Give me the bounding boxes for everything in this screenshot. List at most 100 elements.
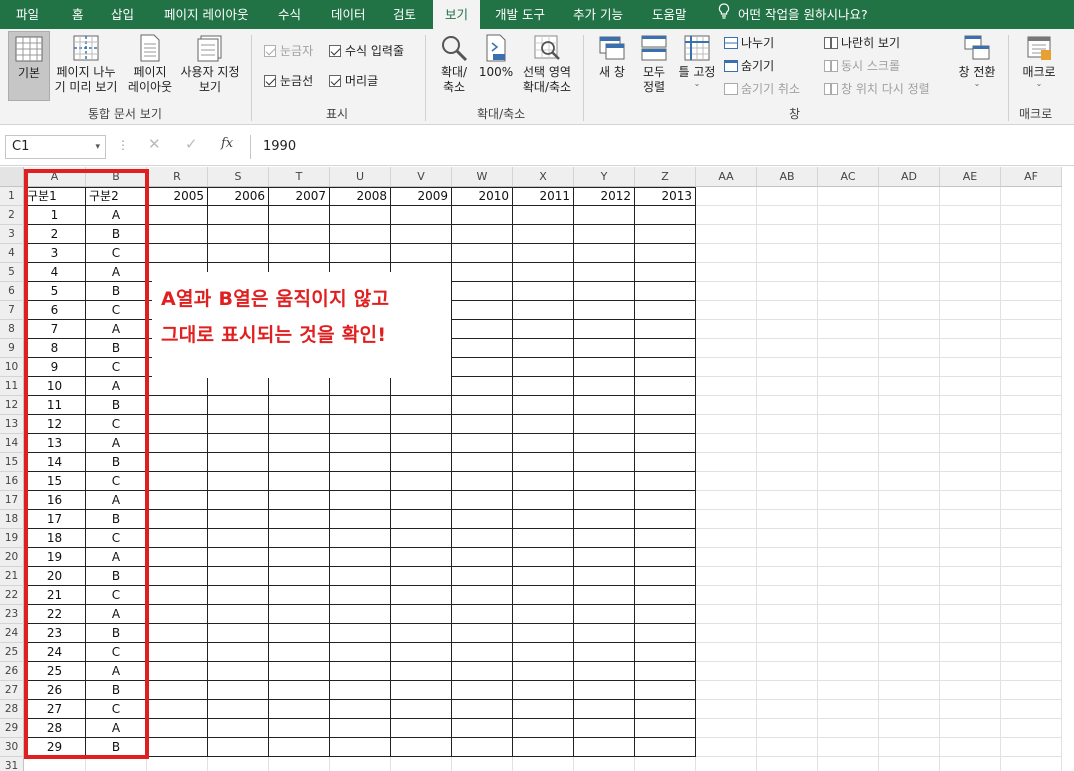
cell[interactable]: A	[86, 719, 146, 738]
column-header[interactable]: AF	[1001, 167, 1062, 187]
cell[interactable]: 구분2	[86, 187, 145, 206]
cell[interactable]: C	[86, 358, 146, 377]
row-header[interactable]: 16	[0, 472, 24, 491]
macros-button[interactable]: 매크로 ⌄	[1016, 33, 1062, 103]
cell[interactable]: 11	[24, 396, 85, 415]
formula-bar-checkbox[interactable]: 수식 입력줄	[329, 43, 404, 59]
tab-file[interactable]: 파일	[16, 0, 39, 29]
cell[interactable]: 6	[24, 301, 85, 320]
cell[interactable]: 18	[24, 529, 85, 548]
cell[interactable]: 22	[24, 605, 85, 624]
cell[interactable]: 2008	[330, 187, 389, 206]
hide-button[interactable]: 숨기기	[724, 58, 774, 74]
switch-windows-button[interactable]: 창 전환 ⌄	[954, 33, 1000, 103]
column-header[interactable]: R	[147, 167, 208, 187]
row-header[interactable]: 20	[0, 548, 24, 567]
column-header[interactable]: AE	[940, 167, 1001, 187]
cell[interactable]: 23	[24, 624, 85, 643]
row-header[interactable]: 23	[0, 605, 24, 624]
row-header[interactable]: 27	[0, 681, 24, 700]
cell[interactable]: 2007	[269, 187, 328, 206]
cell[interactable]: A	[86, 605, 146, 624]
row-header[interactable]: 30	[0, 738, 24, 757]
cell[interactable]: B	[86, 567, 146, 586]
row-header[interactable]: 17	[0, 491, 24, 510]
chevron-down-icon[interactable]: ▾	[95, 136, 100, 158]
column-header[interactable]: AB	[757, 167, 818, 187]
cell[interactable]: 21	[24, 586, 85, 605]
cell[interactable]: B	[86, 225, 146, 244]
row-header[interactable]: 3	[0, 225, 24, 244]
zoom-button[interactable]: 확대/ 축소	[435, 33, 473, 103]
cell[interactable]: 4	[24, 263, 85, 282]
cell[interactable]: 16	[24, 491, 85, 510]
cell[interactable]: 29	[24, 738, 85, 757]
cell[interactable]: 1	[24, 206, 85, 225]
tell-me-box[interactable]: 어떤 작업을 원하시나요?	[718, 0, 868, 29]
cell[interactable]: A	[86, 320, 146, 339]
row-header[interactable]: 2	[0, 206, 24, 225]
row-header[interactable]: 31	[0, 757, 24, 771]
row-header[interactable]: 7	[0, 301, 24, 320]
headings-checkbox[interactable]: 머리글	[329, 73, 378, 89]
cell[interactable]: 20	[24, 567, 85, 586]
sync-scroll-button[interactable]: 동시 스크롤	[824, 58, 900, 74]
tab-view[interactable]: 보기	[433, 0, 480, 30]
tab-data[interactable]: 데이터	[331, 0, 366, 29]
custom-views-button[interactable]: 사용자 지정 보기	[177, 33, 243, 103]
cell[interactable]: C	[86, 586, 146, 605]
reset-window-position-button[interactable]: 창 위치 다시 정렬	[824, 81, 930, 97]
cell[interactable]: 2012	[574, 187, 633, 206]
column-header[interactable]: S	[208, 167, 269, 187]
cell[interactable]: 3	[24, 244, 85, 263]
column-header[interactable]: W	[452, 167, 513, 187]
tab-insert[interactable]: 삽입	[111, 0, 134, 29]
cancel-icon[interactable]: ✕	[148, 135, 161, 153]
cell[interactable]: 25	[24, 662, 85, 681]
row-header[interactable]: 12	[0, 396, 24, 415]
cell[interactable]: 15	[24, 472, 85, 491]
column-header[interactable]: Z	[635, 167, 696, 187]
row-header[interactable]: 8	[0, 320, 24, 339]
insert-function-button[interactable]: fx	[221, 136, 233, 151]
cell[interactable]: A	[86, 491, 146, 510]
cell[interactable]: 27	[24, 700, 85, 719]
gridlines-checkbox[interactable]: 눈금선	[264, 73, 313, 89]
cell[interactable]: 2	[24, 225, 85, 244]
row-header[interactable]: 6	[0, 282, 24, 301]
cell[interactable]: B	[86, 396, 146, 415]
row-header[interactable]: 25	[0, 643, 24, 662]
cell[interactable]: 28	[24, 719, 85, 738]
row-header[interactable]: 29	[0, 719, 24, 738]
column-header[interactable]: AC	[818, 167, 879, 187]
cell[interactable]: A	[86, 206, 146, 225]
cell[interactable]: 2005	[147, 187, 206, 206]
row-header[interactable]: 21	[0, 567, 24, 586]
column-header[interactable]: X	[513, 167, 574, 187]
more-icon[interactable]: ⋮	[117, 138, 129, 152]
cell[interactable]: A	[86, 548, 146, 567]
cell[interactable]: 17	[24, 510, 85, 529]
cell[interactable]: 7	[24, 320, 85, 339]
cell[interactable]: B	[86, 282, 146, 301]
cell[interactable]: 12	[24, 415, 85, 434]
cell[interactable]: C	[86, 643, 146, 662]
column-header[interactable]: T	[269, 167, 330, 187]
row-header[interactable]: 26	[0, 662, 24, 681]
cell[interactable]: 8	[24, 339, 85, 358]
column-header[interactable]: Y	[574, 167, 635, 187]
page-break-preview-button[interactable]: 페이지 나누 기 미리 보기	[52, 33, 120, 103]
cell[interactable]: 구분1	[24, 187, 84, 206]
tab-page-layout[interactable]: 페이지 레이아웃	[164, 0, 248, 29]
tab-home[interactable]: 홈	[72, 0, 84, 29]
cell[interactable]: B	[86, 453, 146, 472]
cell[interactable]: 19	[24, 548, 85, 567]
column-header[interactable]: U	[330, 167, 391, 187]
column-header[interactable]: AD	[879, 167, 940, 187]
row-header[interactable]: 22	[0, 586, 24, 605]
row-header[interactable]: 9	[0, 339, 24, 358]
name-box[interactable]: C1 ▾	[5, 135, 106, 159]
cell[interactable]: 2009	[391, 187, 450, 206]
checkmark-icon[interactable]: ✓	[185, 135, 198, 153]
cell[interactable]: A	[86, 263, 146, 282]
